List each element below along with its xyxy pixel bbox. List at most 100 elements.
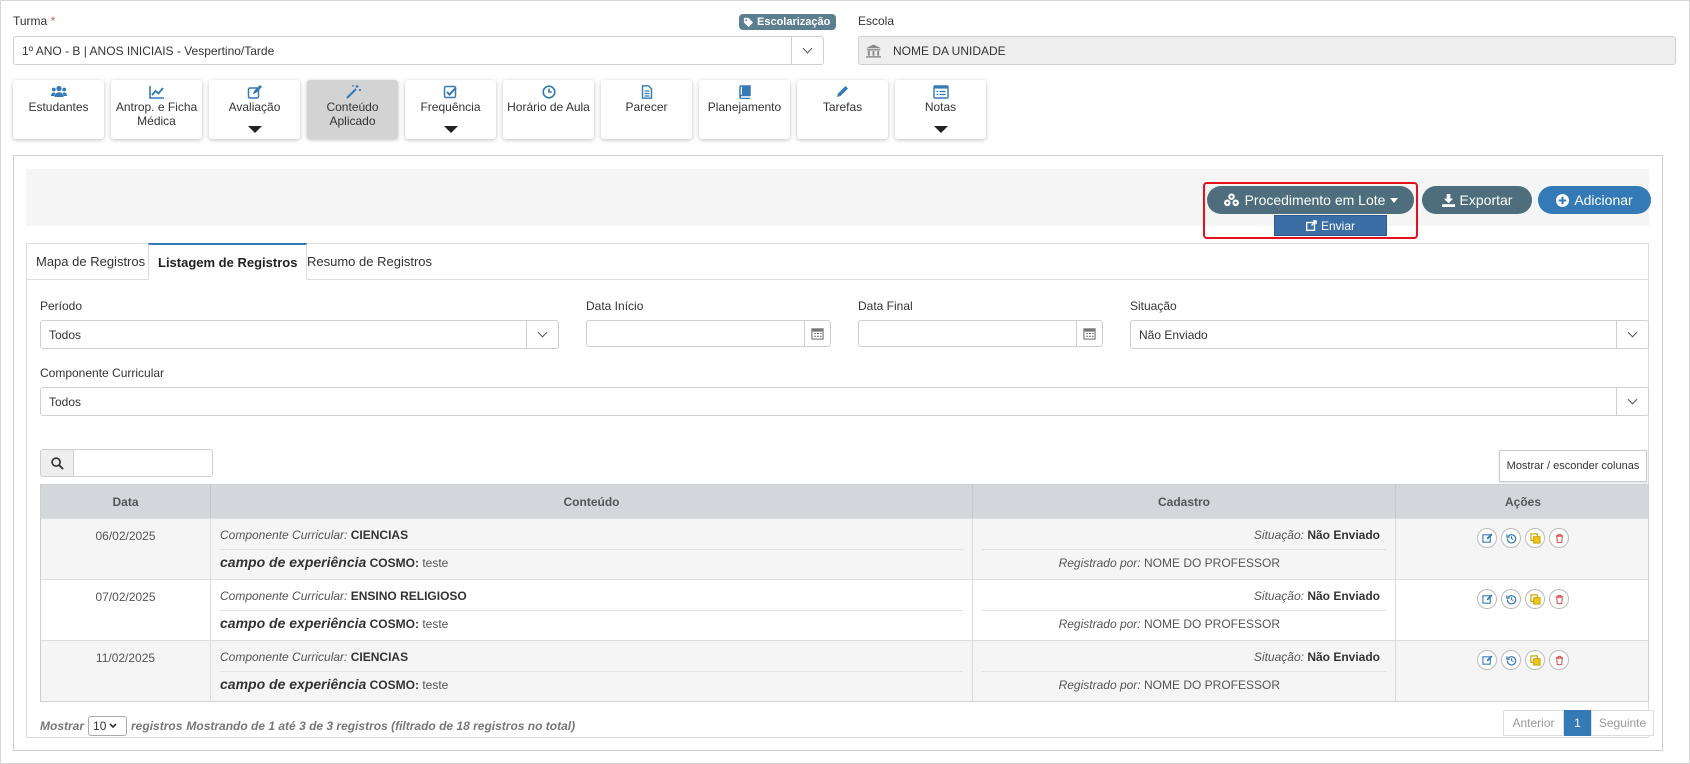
records-info: Mostrando de 1 até 3 de 3 registros (fil… bbox=[186, 719, 576, 733]
edit-icon bbox=[1481, 532, 1493, 544]
header-acoes: Ações bbox=[1504, 494, 1542, 509]
tab-resumo-de-registros[interactable]: Resumo de Registros bbox=[298, 243, 441, 280]
turma-label: Turma * bbox=[13, 14, 55, 28]
copy-icon bbox=[1529, 654, 1541, 666]
next-page-button[interactable]: Seguinte bbox=[1591, 710, 1654, 736]
menu-button-label: Parecer bbox=[625, 100, 668, 114]
exportar-button[interactable]: Exportar bbox=[1422, 186, 1532, 214]
file-text-icon bbox=[639, 85, 655, 99]
cell-date: 06/02/2025 bbox=[41, 519, 211, 580]
menu-button-antrop-e-ficha-m-dica[interactable]: Antrop. e Ficha Médica bbox=[111, 80, 202, 139]
cosmo-value: teste bbox=[422, 617, 449, 631]
cell-conteudo: Componente Curricular: ENSINO RELIGIOSO c… bbox=[211, 580, 973, 641]
copy-button[interactable] bbox=[1525, 650, 1545, 670]
calendar-icon[interactable] bbox=[804, 321, 830, 346]
table-footer: Mostrar 10 registros Mostrando de 1 até … bbox=[40, 716, 575, 736]
copy-button[interactable] bbox=[1525, 528, 1545, 548]
menu-button-label: Planejamento bbox=[707, 100, 782, 114]
search-input[interactable] bbox=[73, 449, 213, 477]
trash-button[interactable] bbox=[1549, 589, 1569, 609]
escola-value: NOME DA UNIDADE bbox=[893, 44, 1006, 58]
componente-value: Todos bbox=[49, 395, 82, 409]
caret-down-icon bbox=[933, 126, 948, 133]
trash-button[interactable] bbox=[1549, 650, 1569, 670]
menu-button-planejamento[interactable]: Planejamento bbox=[699, 80, 790, 139]
trash-button[interactable] bbox=[1549, 528, 1569, 548]
situacao-line: Situação: Não Enviado bbox=[1254, 528, 1380, 542]
tab-mapa-de-registros[interactable]: Mapa de Registros bbox=[27, 243, 154, 280]
componente-select[interactable]: Todos bbox=[40, 387, 1649, 416]
records-table: Data Conteúdo Cadastro Ações 06/02/2025 C… bbox=[40, 484, 1649, 702]
data-final-input[interactable] bbox=[858, 320, 1103, 347]
registrado-line: Registrado por: NOME DO PROFESSOR bbox=[1059, 617, 1280, 631]
escolarizacao-badge[interactable]: Escolarização bbox=[739, 14, 837, 30]
trash-icon bbox=[1554, 594, 1565, 605]
row-actions bbox=[1396, 580, 1650, 609]
situacao-select[interactable]: Não Enviado bbox=[1130, 320, 1649, 349]
users-icon bbox=[50, 85, 67, 99]
edit-icon bbox=[1481, 654, 1493, 666]
page-1-button[interactable]: 1 bbox=[1564, 710, 1591, 736]
registrado-value: NOME DO PROFESSOR bbox=[1143, 617, 1280, 631]
trash-icon bbox=[1554, 533, 1565, 544]
page-size-value: 10 bbox=[93, 719, 107, 733]
escola-field: NOME DA UNIDADE bbox=[858, 36, 1676, 65]
menu-button-label: Horário de Aula bbox=[507, 100, 590, 114]
cell-acoes bbox=[1396, 641, 1650, 702]
header-cadastro[interactable]: Cadastro bbox=[973, 485, 1396, 518]
copy-button[interactable] bbox=[1525, 589, 1545, 609]
menu-button-tarefas[interactable]: Tarefas bbox=[797, 80, 888, 139]
escolarizacao-badge-label: Escolarização bbox=[757, 16, 831, 28]
menu-button-frequ-ncia[interactable]: Frequência bbox=[405, 80, 496, 139]
toggle-columns-button[interactable]: Mostrar / esconder colunas bbox=[1499, 450, 1647, 482]
required-marker: * bbox=[50, 14, 56, 28]
tab-listagem-de-registros[interactable]: Listagem de Registros bbox=[148, 243, 308, 280]
calendar-icon[interactable] bbox=[1076, 321, 1102, 346]
menu-button-hor-rio-de-aula[interactable]: Horário de Aula bbox=[503, 80, 594, 139]
edit-button[interactable] bbox=[1477, 589, 1497, 609]
cell-date: 11/02/2025 bbox=[41, 641, 211, 702]
menu-button-avalia-o[interactable]: Avaliação bbox=[209, 80, 300, 139]
previous-page-button[interactable]: Anterior bbox=[1503, 710, 1564, 736]
adicionar-label: Adicionar bbox=[1574, 192, 1633, 208]
chevron-down-icon bbox=[109, 723, 117, 729]
edit-button[interactable] bbox=[1477, 528, 1497, 548]
copy-icon bbox=[1529, 593, 1541, 605]
menu-button-estudantes[interactable]: Estudantes bbox=[13, 80, 104, 139]
menu-button-label: Frequência bbox=[420, 100, 481, 114]
situacao-value: Não Enviado bbox=[1139, 328, 1208, 342]
adicionar-button[interactable]: Adicionar bbox=[1538, 186, 1651, 214]
cell-conteudo: Componente Curricular: CIENCIAS campo de … bbox=[211, 641, 973, 702]
table-body: 06/02/2025 Componente Curricular: CIENCIA… bbox=[41, 518, 1650, 702]
cell-acoes bbox=[1396, 580, 1650, 641]
history-icon bbox=[1505, 594, 1517, 605]
escola-label: Escola bbox=[858, 14, 895, 28]
campo-line: campo de experiência COSMO: teste bbox=[220, 676, 448, 692]
periodo-select[interactable]: Todos bbox=[40, 320, 559, 349]
search-addon bbox=[40, 449, 74, 477]
history-button[interactable] bbox=[1501, 650, 1521, 670]
history-button[interactable] bbox=[1501, 528, 1521, 548]
pagination: Anterior 1 Seguinte bbox=[1503, 710, 1654, 736]
copy-icon bbox=[1529, 532, 1541, 544]
tag-icon bbox=[743, 17, 754, 27]
chevron-down-icon bbox=[1616, 321, 1648, 348]
componente-label: Componente Curricular: bbox=[220, 650, 348, 664]
menu-button-notas[interactable]: Notas bbox=[895, 80, 986, 139]
campo-label: campo de experiência bbox=[220, 676, 367, 692]
page-size-select[interactable]: 10 bbox=[88, 716, 128, 736]
registrado-label: Registrado por: bbox=[1058, 617, 1141, 631]
menu-button-conte-do-aplicado[interactable]: Conteúdo Aplicado bbox=[307, 80, 398, 139]
edit-button[interactable] bbox=[1477, 650, 1497, 670]
header-data[interactable]: Data bbox=[41, 485, 211, 518]
divider bbox=[220, 671, 963, 672]
menu-button-parecer[interactable]: Parecer bbox=[601, 80, 692, 139]
situacao-label: Situação: bbox=[1253, 589, 1304, 603]
campo-label: campo de experiência bbox=[220, 554, 367, 570]
table-row: 07/02/2025 Componente Curricular: ENSINO … bbox=[41, 579, 1650, 641]
data-inicio-input[interactable] bbox=[586, 320, 831, 347]
turma-select[interactable]: 1º ANO - B | ANOS INICIAIS - Vespertino/… bbox=[13, 36, 824, 65]
header-conteudo[interactable]: Conteúdo bbox=[211, 485, 973, 518]
history-button[interactable] bbox=[1501, 589, 1521, 609]
situacao-label: Situação: bbox=[1253, 650, 1304, 664]
